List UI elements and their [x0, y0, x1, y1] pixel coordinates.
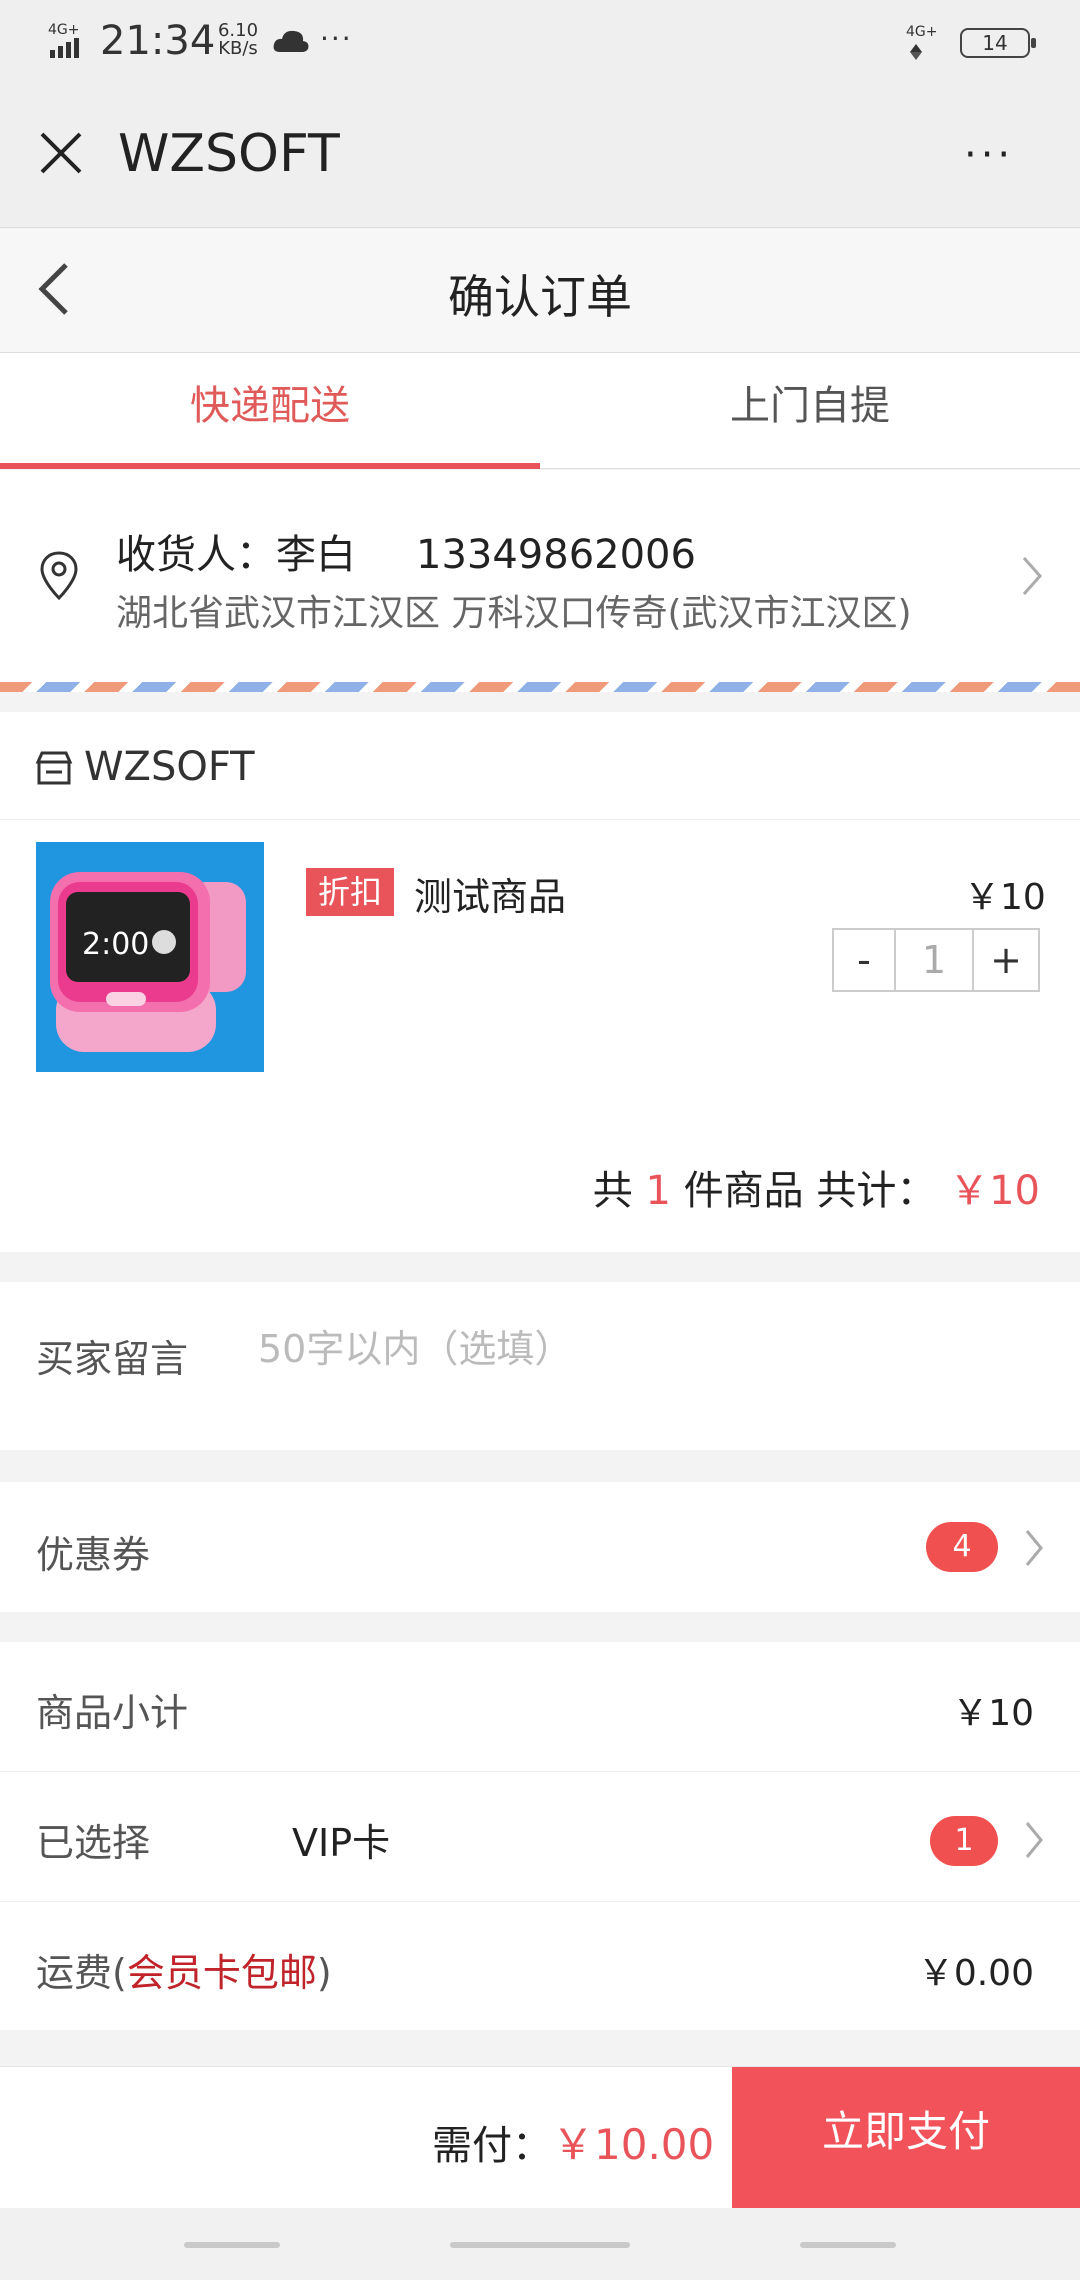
- checkout-bar: 需付：￥10.00 立即支付: [0, 2066, 1080, 2209]
- selected-label: 已选择: [36, 1821, 151, 1865]
- selected-card-row[interactable]: 已选择 VIP卡 1: [0, 1772, 1080, 1902]
- network-speed: 6.10 KB/s: [214, 22, 262, 58]
- page-header: 确认订单: [0, 229, 1080, 353]
- selected-count-badge: 1: [930, 1816, 998, 1866]
- signal-icon: 4G+: [48, 22, 80, 58]
- receiver-line: 收货人：李白 13349862006: [116, 522, 696, 580]
- price-summary: 商品小计 ￥10 已选择 VIP卡 1 运费(会员卡包邮) ￥0.00: [0, 1642, 1080, 2030]
- app-title-bar: WZSOFT ···: [0, 80, 1080, 228]
- coupon-row[interactable]: 优惠券 4: [0, 1482, 1080, 1612]
- signal-icon-secondary: 4G+: [906, 24, 938, 60]
- weather-cloud-icon: [273, 30, 309, 52]
- shipping-label: 运费(会员卡包邮): [36, 1942, 332, 1997]
- buyer-message-label: 买家留言: [36, 1337, 189, 1381]
- nav-menu-handle[interactable]: [184, 2242, 280, 2248]
- battery-icon: 14: [960, 28, 1036, 58]
- coupon-count-badge: 4: [926, 1522, 998, 1572]
- page-title: 确认订单: [448, 270, 632, 324]
- subtotal-row: 商品小计 ￥10: [0, 1642, 1080, 1772]
- pay-now-button[interactable]: 立即支付: [732, 2067, 1080, 2209]
- buyer-message-section: 买家留言 50字以内（选填）: [0, 1282, 1080, 1450]
- coupon-label: 优惠券: [36, 1533, 151, 1577]
- shipping-row: 运费(会员卡包邮) ￥0.00: [0, 1902, 1080, 2032]
- receiver-name: 收货人：李白: [116, 532, 356, 578]
- address-divider-stripe: [0, 682, 1080, 692]
- shop-name: WZSOFT: [84, 744, 255, 790]
- shop-header: WZSOFT: [0, 712, 1080, 820]
- amount-due-value: ￥10.00: [552, 2120, 715, 2169]
- receiver-phone: 13349862006: [416, 532, 696, 578]
- quantity-input[interactable]: 1: [896, 930, 974, 990]
- close-icon[interactable]: [36, 128, 86, 178]
- more-menu-icon[interactable]: ···: [964, 132, 1014, 178]
- location-pin-icon: [40, 551, 78, 601]
- selected-item: VIP卡: [292, 1821, 391, 1865]
- subtotal-value: ￥10: [952, 1693, 1034, 1734]
- total-middle: 件商品 共计：: [683, 1168, 937, 1214]
- shipping-value: ￥0.00: [917, 1953, 1034, 1994]
- total-amount: ￥10: [949, 1168, 1040, 1214]
- subtotal-label: 商品小计: [36, 1691, 189, 1735]
- shipping-note: 会员卡包邮: [126, 1951, 317, 1995]
- delivery-tabs: 快递配送 上门自提: [0, 353, 1080, 469]
- shop-card: WZSOFT 2:00 折扣 测试商品 ￥10 - 1 + 共 1 件商品 共计…: [0, 712, 1080, 1252]
- nav-back-handle[interactable]: [800, 2242, 896, 2248]
- product-price: ￥10: [964, 877, 1046, 918]
- shipping-label-text: 运费(: [36, 1951, 127, 1995]
- status-more-dots: ···: [320, 22, 353, 55]
- svg-text:4G+: 4G+: [906, 24, 938, 40]
- svg-text:2:00: 2:00: [82, 927, 149, 962]
- decrease-button[interactable]: -: [834, 930, 896, 990]
- address-card[interactable]: 收货人：李白 13349862006 湖北省武汉市江汉区 万科汉口传奇(武汉市江汉…: [0, 470, 1080, 682]
- address-detail: 湖北省武汉市江汉区 万科汉口传奇(武汉市江汉区): [116, 593, 912, 634]
- tab-self-pickup[interactable]: 上门自提: [540, 353, 1080, 469]
- chevron-right-icon: [1025, 1822, 1043, 1858]
- store-icon: [35, 751, 73, 785]
- quantity-stepper: - 1 +: [832, 928, 1040, 992]
- total-prefix: 共: [592, 1168, 633, 1214]
- shipping-label-close: ): [316, 1951, 332, 1995]
- nav-home-handle[interactable]: [450, 2242, 630, 2248]
- product-image[interactable]: 2:00: [36, 842, 264, 1072]
- app-title: WZSOFT: [118, 124, 340, 184]
- order-item-total: 共 1 件商品 共计： ￥10: [593, 1158, 1040, 1216]
- discount-tag: 折扣: [306, 868, 395, 916]
- buyer-message-input[interactable]: 50字以内（选填）: [258, 1318, 572, 1373]
- speed-unit: KB/s: [218, 38, 258, 59]
- total-item-count: 1: [645, 1168, 671, 1214]
- chevron-right-icon: [1025, 1530, 1043, 1566]
- tab-express-delivery[interactable]: 快递配送: [0, 353, 540, 469]
- status-time: 21:34: [100, 18, 216, 64]
- increase-button[interactable]: +: [974, 930, 1038, 990]
- chevron-right-icon: [1022, 557, 1043, 595]
- smartwatch-image: 2:00: [36, 842, 264, 1072]
- system-nav-bar: [0, 2208, 1080, 2280]
- status-bar: 4G+ 21:34 6.10 KB/s ··· 4G+ 14: [0, 0, 1080, 80]
- svg-text:4G+: 4G+: [48, 22, 80, 38]
- amount-due: 需付：￥10.00: [432, 2111, 714, 2172]
- product-name[interactable]: 测试商品: [414, 866, 566, 921]
- amount-due-label: 需付：: [432, 2123, 552, 2169]
